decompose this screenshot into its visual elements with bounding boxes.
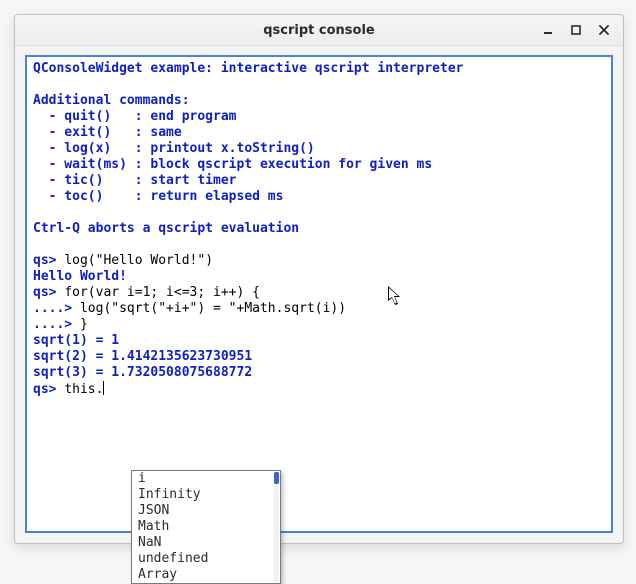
command-2b: log("sqrt("+i+") = "+Math.sqrt(i)) (80, 301, 346, 316)
window-controls (535, 15, 617, 45)
completion-item[interactable]: Infinity (132, 487, 280, 503)
close-icon (599, 25, 609, 35)
cont-prompt: ....> (33, 317, 80, 332)
command-2c: } (80, 317, 88, 332)
minimize-button[interactable] (535, 19, 561, 41)
completion-list: i Infinity JSON Math NaN undefined Array (132, 471, 280, 583)
popup-scrollbar[interactable] (274, 472, 279, 582)
completion-item[interactable]: Math (132, 519, 280, 535)
output-1: Hello World! (33, 269, 127, 284)
command-1: log("Hello World!") (64, 253, 213, 268)
maximize-button[interactable] (563, 19, 589, 41)
output-r1: sqrt(1) = 1 (33, 333, 119, 348)
console-view[interactable]: QConsoleWidget example: interactive qscr… (27, 57, 611, 531)
popup-scroll-thumb[interactable] (274, 472, 279, 484)
prompt: qs> (33, 382, 64, 397)
command-2: for(var i=1; i<=3; i++) { (64, 285, 260, 300)
maximize-icon (571, 25, 581, 35)
completion-item[interactable]: JSON (132, 503, 280, 519)
help-block: QConsoleWidget example: interactive qscr… (33, 61, 463, 236)
output-r3: sqrt(3) = 1.7320508075688772 (33, 365, 252, 380)
close-button[interactable] (591, 19, 617, 41)
console-frame: QConsoleWidget example: interactive qscr… (25, 55, 613, 533)
app-window: qscript console QConsoleWidget example: … (14, 14, 624, 544)
current-input: this. (64, 382, 103, 397)
window-title: qscript console (263, 23, 375, 38)
titlebar: qscript console (15, 15, 623, 46)
completion-item[interactable]: undefined (132, 551, 280, 567)
cont-prompt: ....> (33, 301, 80, 316)
text-caret (103, 381, 104, 395)
completion-popup[interactable]: i Infinity JSON Math NaN undefined Array (131, 470, 281, 584)
output-r2: sqrt(2) = 1.4142135623730951 (33, 349, 252, 364)
completion-item[interactable]: Array (132, 567, 280, 583)
minimize-icon (543, 25, 553, 35)
completion-item[interactable]: i (132, 471, 280, 487)
completion-item[interactable]: NaN (132, 535, 280, 551)
prompt: qs> (33, 285, 64, 300)
prompt: qs> (33, 253, 64, 268)
